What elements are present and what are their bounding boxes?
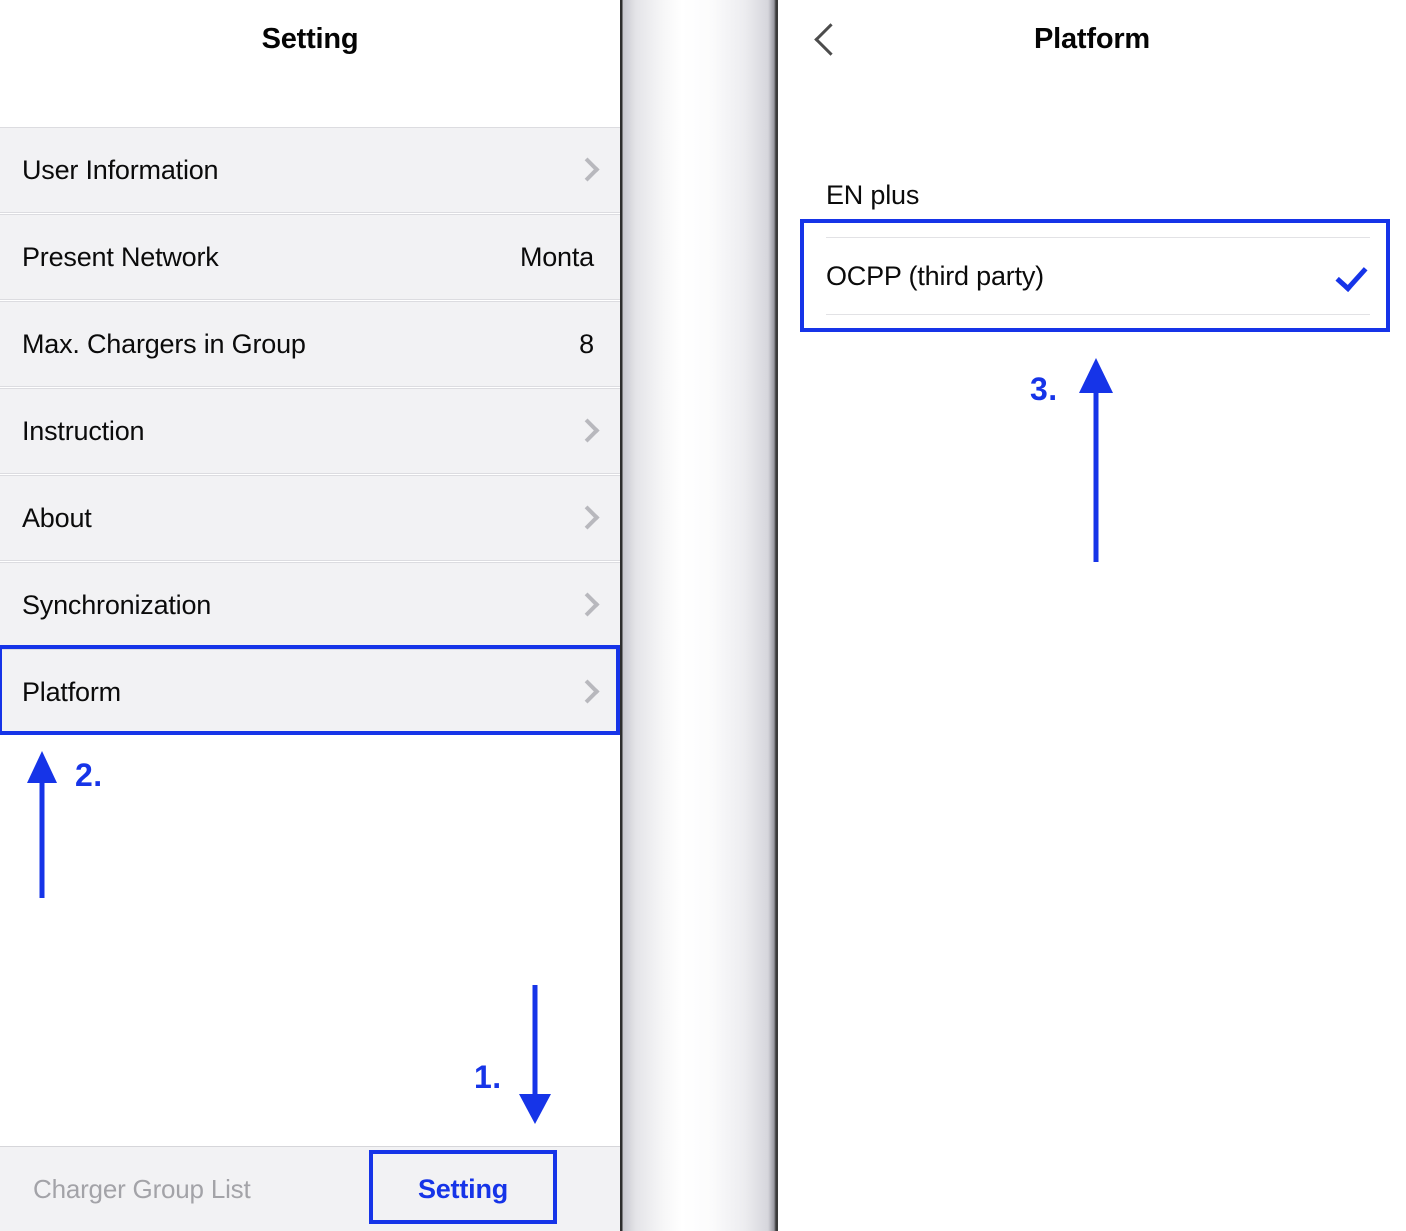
platform-screen: Platform EN plus OCPP (third party)	[778, 0, 1406, 1231]
settings-row-label: Platform	[22, 676, 121, 707]
settings-row-label: Synchronization	[22, 589, 212, 620]
platform-option-label: OCPP (third party)	[826, 260, 1044, 291]
chevron-right-icon	[578, 504, 594, 532]
chevron-right-icon	[578, 417, 594, 445]
settings-row-present-network[interactable]: Present Network Monta	[0, 214, 620, 300]
settings-row-label: User Information	[22, 154, 219, 185]
settings-row-user-information[interactable]: User Information	[0, 127, 620, 213]
settings-row-synchronization[interactable]: Synchronization	[0, 562, 620, 648]
tab-setting[interactable]: Setting	[369, 1147, 557, 1231]
settings-row-about[interactable]: About	[0, 475, 620, 561]
settings-row-platform[interactable]: Platform	[0, 649, 620, 735]
page-title: Platform	[1033, 23, 1151, 55]
tab-charger-group-list[interactable]: Charger Group List	[33, 1147, 251, 1231]
screenshot-root: Setting User Information Present Network…	[0, 0, 1406, 1231]
settings-row-max-chargers-in-group[interactable]: Max. Chargers in Group 8	[0, 301, 620, 387]
chevron-right-icon	[578, 591, 594, 619]
annotation-label-1: 1.	[474, 1059, 502, 1095]
settings-row-label: Present Network	[22, 241, 219, 272]
settings-row-instruction[interactable]: Instruction	[0, 388, 620, 474]
settings-row-label: Instruction	[22, 415, 145, 446]
bottom-tab-bar: Charger Group List Setting	[0, 1146, 620, 1231]
nav-bar: Platform	[778, 0, 1406, 78]
settings-row-value: 8	[579, 328, 594, 359]
chevron-right-icon	[578, 678, 594, 706]
settings-row-label: About	[22, 502, 92, 533]
settings-row-label: Max. Chargers in Group	[22, 328, 306, 359]
annotation-label-3: 3.	[1030, 371, 1058, 407]
panel-divider-fold	[620, 0, 778, 1231]
setting-screen: Setting User Information Present Network…	[0, 0, 620, 1231]
page-title: Setting	[261, 23, 359, 55]
annotation-label-2: 2.	[75, 757, 103, 793]
chevron-right-icon	[578, 156, 594, 184]
check-icon	[1336, 259, 1370, 293]
section-header: EN plus	[826, 180, 920, 210]
platform-option-ocpp[interactable]: OCPP (third party)	[800, 225, 1406, 327]
settings-row-value: Monta	[519, 241, 594, 272]
settings-list: User Information Present Network Monta M…	[0, 127, 620, 735]
